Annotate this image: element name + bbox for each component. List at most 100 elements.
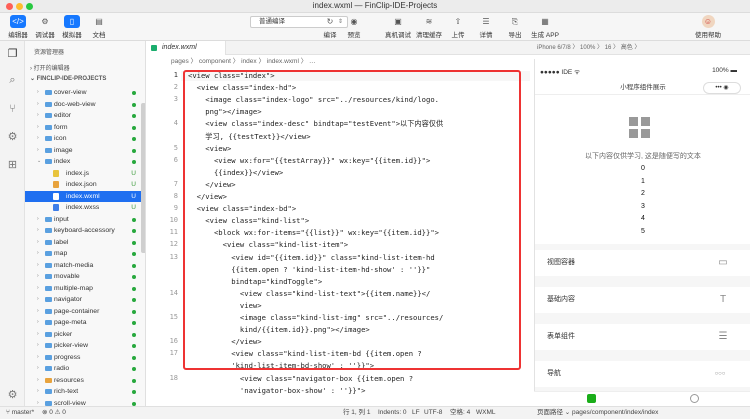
git-status-dot [132, 217, 136, 222]
encoding-status[interactable]: UTF-8 [424, 407, 442, 419]
folder-item[interactable]: › icon [25, 133, 145, 145]
folder-item[interactable]: › resources [25, 375, 145, 387]
folder-item[interactable]: › page-meta [25, 317, 145, 329]
search-icon[interactable]: ⌕ [5, 73, 20, 88]
code-line[interactable]: <view class="navigator-box {{item.open ? [188, 374, 413, 383]
code-icon: </> [10, 15, 26, 28]
clear-icon: ≋ [425, 17, 433, 26]
git-status-dot [132, 344, 136, 348]
git-status-dot [132, 91, 136, 95]
folder-item[interactable]: ⌄ index [25, 156, 145, 168]
folder-item[interactable]: › match-media [25, 260, 145, 272]
kind-list-text: 表单组件 [547, 333, 575, 340]
preview-button[interactable]: ◉ 预览 [339, 15, 369, 39]
spaces-status[interactable]: 空格: 4 [450, 407, 470, 419]
upload-icon: ⇧ [454, 17, 462, 26]
index-desc[interactable]: 以下内容仅供学习, 这是随便写的文本 [535, 151, 750, 161]
folder-item[interactable]: › image [25, 145, 145, 157]
folder-item[interactable]: › picker [25, 329, 145, 341]
folder-item[interactable]: › editor [25, 110, 145, 122]
file-item[interactable]: index.wxml U [25, 190, 145, 202]
language-mode[interactable]: WXML [476, 407, 496, 419]
settings-gear-icon[interactable]: ⚙ [5, 387, 20, 402]
build-app-label: 生成 APP [531, 32, 559, 39]
file-item[interactable]: index.json U [25, 179, 145, 191]
folder-icon [45, 159, 52, 164]
tree-item-label: match-media [54, 261, 94, 269]
kind-list-item[interactable]: 视图容器 ▭ [535, 250, 750, 276]
file-item[interactable]: index.wxss U [25, 202, 145, 214]
component-tab-icon[interactable] [587, 394, 596, 403]
folder-icon [45, 113, 52, 118]
tree-item-label: rich-text [54, 388, 79, 395]
code-line[interactable]: 'navigator-box-show' : ''}}"> [188, 386, 366, 395]
kind-list-item[interactable]: 基础内容 T [535, 287, 750, 313]
folder-item[interactable]: › radio [25, 363, 145, 375]
folder-icon [45, 216, 52, 222]
cursor-position[interactable]: 行 1, 列 1 [343, 407, 370, 419]
folder-item[interactable]: › form [25, 122, 145, 134]
project-section[interactable]: ⌄ FINCLIP-IDE-PROJECTS [30, 75, 106, 82]
open-editors-section[interactable]: › 打开的编辑器 [30, 63, 70, 72]
help-button[interactable]: ☺ 使用帮助 [690, 15, 726, 39]
debugger-button[interactable]: ⚙ 调试器 [30, 15, 60, 39]
capsule-menu-button[interactable]: ••• ◉ [703, 82, 741, 94]
simulator-button[interactable]: ▯ 模拟器 [57, 15, 87, 39]
docs-button[interactable]: ▤ 文档 [84, 15, 114, 39]
tree-item-label: keyboard-accessory [54, 227, 115, 234]
problems-count[interactable]: ⊗ 0 ⚠ 0 [42, 407, 66, 419]
device-toolbar[interactable]: iPhone 6/7/8 〉 100% 〉 16 〉 高色 〉 [530, 41, 750, 55]
folder-item[interactable]: › keyboard-accessory [25, 225, 145, 237]
folder-item[interactable]: › label [25, 237, 145, 249]
git-status-dot [132, 229, 136, 233]
chevron-right-icon: › [37, 330, 39, 337]
line-number: 17 [169, 349, 178, 358]
folder-item[interactable]: › rich-text [25, 386, 145, 398]
breadcrumb[interactable]: pages 〉 component 〉 index 〉 index.wxml 〉… [146, 55, 530, 69]
window-title: index.wxml — FinClip-IDE-Projects [312, 1, 438, 10]
folder-item[interactable]: › progress [25, 352, 145, 364]
container-icon: ▭ [718, 257, 728, 268]
files-icon[interactable]: ❐ [5, 46, 20, 61]
folder-item[interactable]: › cover-view [25, 87, 145, 99]
folder-item[interactable]: › page-container [25, 306, 145, 318]
folder-item[interactable]: › navigator [25, 294, 145, 306]
source-control-icon[interactable]: ⑂ [5, 101, 20, 116]
chevron-right-icon: › [37, 146, 39, 153]
folder-item[interactable]: › movable [25, 271, 145, 283]
folder-item[interactable]: › multiple-map [25, 283, 145, 295]
line-number: 9 [173, 204, 178, 213]
page-path[interactable]: 页面路径 ⌄ pages/component/index/index [537, 407, 658, 419]
kind-list-item[interactable]: 表单组件 ☰ [535, 324, 750, 350]
folder-item[interactable]: › doc-web-view [25, 99, 145, 111]
git-status-dot [132, 252, 136, 256]
folder-item[interactable]: › map [25, 248, 145, 260]
folder-icon [45, 285, 52, 291]
api-tab-icon[interactable] [690, 394, 699, 403]
indent-status[interactable]: Indents: 0 [378, 407, 407, 419]
kind-list-text: 视图容器 [547, 259, 575, 266]
editor-button[interactable]: </> 编辑器 [3, 15, 33, 39]
tree-item-label: form [54, 123, 68, 131]
export-button[interactable]: ⎘ 导出 [500, 15, 530, 40]
git-status-dot [132, 332, 136, 337]
extensions-icon[interactable]: ⊞ [5, 157, 20, 172]
folder-item[interactable]: › scroll-view [25, 398, 145, 406]
folder-item[interactable]: › picker-view [25, 340, 145, 352]
upload-button[interactable]: ⇧ 上传 [443, 15, 473, 39]
chevron-right-icon: › [37, 112, 39, 118]
branch-name: master* [11, 409, 35, 416]
branch-status[interactable]: ⑂ master* [6, 407, 34, 419]
tree-item-label: label [54, 238, 69, 246]
file-item[interactable]: index.js U [25, 168, 145, 180]
folder-icon [45, 274, 52, 279]
remote-debug-button[interactable]: ▣ 真机调试 [383, 15, 413, 39]
eol-status[interactable]: LF [412, 407, 420, 419]
debug-run-icon[interactable]: ⚙ [5, 129, 20, 144]
clear-cache-button[interactable]: ≋ 清理缓存 [414, 15, 444, 39]
folder-item[interactable]: › input [25, 214, 145, 226]
build-app-button[interactable]: ▦ 生成 APP [528, 15, 562, 39]
tab-index-wxml[interactable]: index.wxml [146, 41, 226, 55]
kind-list-item[interactable]: 导航 ○○○ [535, 361, 750, 387]
details-button[interactable]: ☰ 详情 [471, 15, 501, 39]
